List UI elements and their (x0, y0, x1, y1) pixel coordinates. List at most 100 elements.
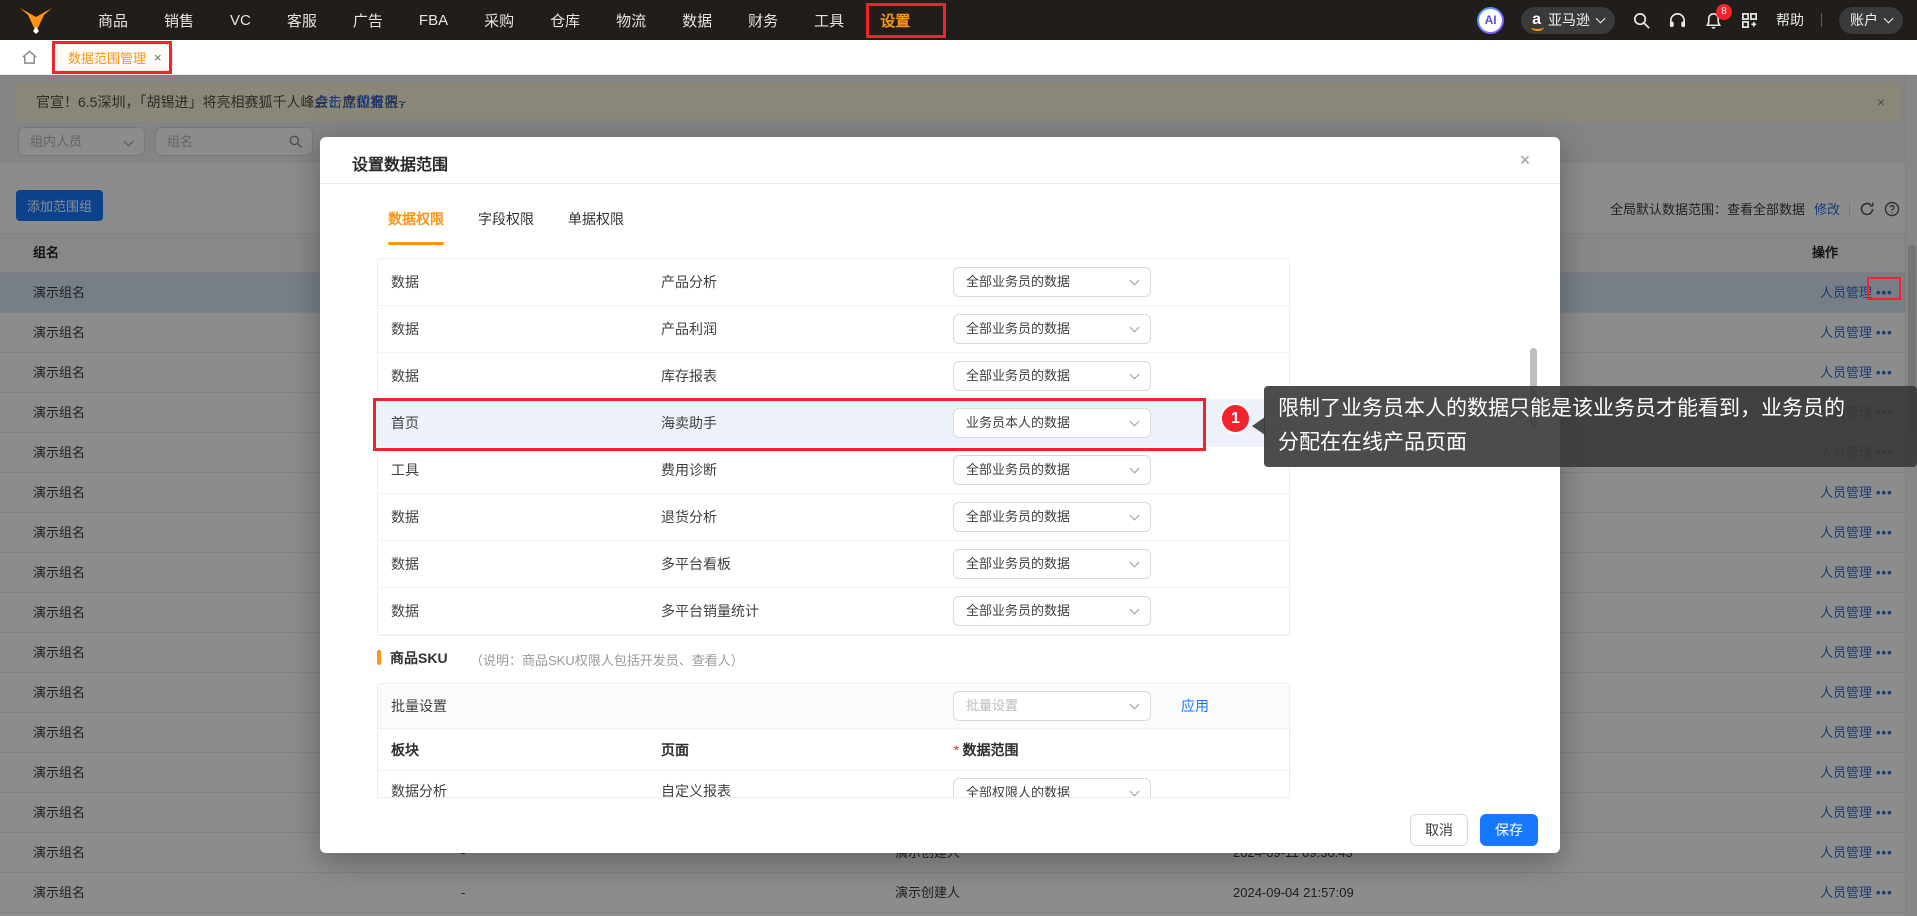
apply-link[interactable]: 应用 (1181, 684, 1209, 728)
scope-select-value: 全部业务员的数据 (966, 556, 1071, 571)
chevron-down-icon (1129, 557, 1140, 568)
tab-close-icon[interactable]: × (154, 50, 162, 65)
account-label: 账户 (1850, 12, 1878, 28)
chevron-down-icon (1129, 786, 1140, 797)
column-header-module: 板块 (391, 742, 419, 758)
nav-item-广告[interactable]: 广告 (353, 10, 383, 31)
annotation-step-badge: 1 (1220, 403, 1251, 434)
nav-item-工具[interactable]: 工具 (814, 10, 844, 31)
nav-item-采购[interactable]: 采购 (484, 10, 514, 31)
scope-select-value: 业务员本人的数据 (966, 415, 1071, 430)
permission-row: 数据 多平台看板 全部业务员的数据 (378, 541, 1289, 588)
scope-select[interactable]: 全部业务员的数据 (953, 502, 1151, 532)
module-cell: 数据 (391, 556, 419, 572)
page-cell: 库存报表 (661, 368, 717, 384)
account-menu[interactable]: 账户 (1839, 6, 1903, 34)
page-cell: 产品分析 (661, 274, 717, 290)
nav-item-销售[interactable]: 销售 (164, 10, 194, 31)
amazon-logo-icon: a (1531, 11, 1544, 31)
scope-select-value: 全部业务员的数据 (966, 321, 1071, 336)
chevron-down-icon (1129, 322, 1140, 333)
sku-partial-row: 数据分析 自定义报表 全部权限人的数据 (378, 771, 1289, 798)
module-cell: 数据 (391, 274, 419, 290)
nav-item-数据[interactable]: 数据 (682, 10, 712, 31)
page-cell: 多平台销量统计 (661, 603, 759, 619)
nav-item-仓库[interactable]: 仓库 (550, 10, 580, 31)
scope-select-value: 全部业务员的数据 (966, 509, 1071, 524)
scope-select[interactable]: 全部业务员的数据 (953, 267, 1151, 297)
module-cell: 数据 (391, 603, 419, 619)
page-cell: 费用诊断 (661, 462, 717, 478)
nav-item-客服[interactable]: 客服 (287, 10, 317, 31)
modal-tab-字段权限[interactable]: 字段权限 (478, 209, 534, 239)
chevron-down-icon (1129, 369, 1140, 380)
permission-row: 数据 多平台销量统计 全部业务员的数据 (378, 588, 1289, 635)
nav-item-FBA[interactable]: FBA (419, 12, 448, 29)
page-cell: 自定义报表 (661, 783, 731, 798)
column-header-scope: * 数据范围 (953, 729, 1018, 771)
set-data-scope-modal: 设置数据范围 × 数据权限 字段权限 单据权限 数据 产品分析 全部业务员的数据 数据 产品… (320, 137, 1560, 853)
notifications-bell-icon[interactable]: 8 (1704, 3, 1732, 30)
save-button[interactable]: 保存 (1480, 814, 1538, 846)
nav-item-设置[interactable]: 设置 (880, 10, 910, 31)
section-accent-bar (377, 650, 381, 665)
module-cell: 数据 (391, 368, 419, 384)
help-link[interactable]: 帮助 (1776, 10, 1804, 30)
brand-fox-logo (20, 8, 52, 34)
chevron-down-icon (1129, 510, 1140, 521)
modal-tab-数据权限[interactable]: 数据权限 (388, 209, 444, 245)
module-cell: 数据分析 (391, 783, 447, 798)
top-navbar: 商品 销售 VC 客服 广告 FBA 采购 仓库 物流 数据 财务 工具 设置 AI a 亚马逊 8 帮… (0, 0, 1917, 40)
modal-close-icon[interactable]: × (1512, 147, 1538, 173)
scope-select[interactable]: 全部业务员的数据 (953, 314, 1151, 344)
modal-tabs: 数据权限 字段权限 单据权限 (388, 209, 624, 245)
apps-grid-icon[interactable] (1740, 11, 1759, 30)
tab-label: 数据范围管理 (68, 51, 147, 66)
permission-row: 工具 费用诊断 全部业务员的数据 (378, 447, 1289, 494)
cancel-button[interactable]: 取消 (1410, 814, 1468, 846)
divider (1821, 13, 1822, 27)
scope-select-value: 全部业务员的数据 (966, 603, 1071, 618)
nav-item-VC[interactable]: VC (230, 12, 251, 29)
module-cell: 首页 (391, 415, 419, 431)
scope-select-value: 全部业务员的数据 (966, 368, 1071, 383)
scope-select[interactable]: 全部业务员的数据 (953, 549, 1151, 579)
divider (320, 183, 1560, 184)
navbar-right-cluster: AI a 亚马逊 8 帮助 账户 (1477, 0, 1903, 40)
scope-select[interactable]: 全部业务员的数据 (953, 596, 1151, 626)
module-cell: 数据 (391, 509, 419, 525)
headset-support-icon[interactable] (1668, 11, 1687, 30)
page-cell: 海卖助手 (661, 415, 717, 431)
nav-item-商品[interactable]: 商品 (98, 10, 128, 31)
home-icon[interactable] (21, 49, 38, 66)
sku-table: 批量设置 批量设置 应用 板块 页面 * 数据范围 数据分析 自定义报表 全部权限… (377, 683, 1290, 798)
chevron-down-icon (1595, 13, 1606, 23)
batch-setting-select[interactable]: 批量设置 (953, 691, 1151, 721)
marketplace-switcher[interactable]: a 亚马逊 (1521, 6, 1615, 34)
scope-select[interactable]: 全部业务员的数据 (953, 361, 1151, 391)
batch-select-placeholder: 批量设置 (966, 698, 1019, 713)
batch-setting-label: 批量设置 (391, 698, 447, 714)
module-cell: 数据 (391, 321, 419, 337)
chevron-down-icon (1129, 416, 1140, 427)
batch-setting-row: 批量设置 批量设置 应用 (378, 684, 1289, 729)
chevron-down-icon (1883, 13, 1894, 23)
sku-section-title: 商品SKU (390, 650, 448, 666)
modal-tab-单据权限[interactable]: 单据权限 (568, 209, 624, 239)
permission-table: 数据 产品分析 全部业务员的数据 数据 产品利润 全部业务员的数据 数据 库存报表 全部业务员的… (377, 258, 1290, 636)
scope-select[interactable]: 全部业务员的数据 (953, 455, 1151, 485)
nav-item-财务[interactable]: 财务 (748, 10, 778, 31)
scope-header-text: 数据范围 (962, 742, 1019, 758)
required-mark: * (953, 742, 959, 758)
tab-data-scope-management[interactable]: 数据范围管理 × (57, 44, 173, 71)
page-tab-bar: 数据范围管理 × (0, 40, 1917, 75)
nav-item-物流[interactable]: 物流 (616, 10, 646, 31)
page-cell: 产品利润 (661, 321, 717, 337)
chevron-down-icon (1129, 463, 1140, 474)
scope-select[interactable]: 业务员本人的数据 (953, 408, 1151, 438)
ai-assistant-button[interactable]: AI (1477, 7, 1504, 34)
search-icon[interactable] (1632, 11, 1651, 30)
module-cell: 工具 (391, 462, 419, 478)
page-cell: 多平台看板 (661, 556, 731, 572)
scope-select[interactable]: 全部权限人的数据 (953, 778, 1151, 797)
